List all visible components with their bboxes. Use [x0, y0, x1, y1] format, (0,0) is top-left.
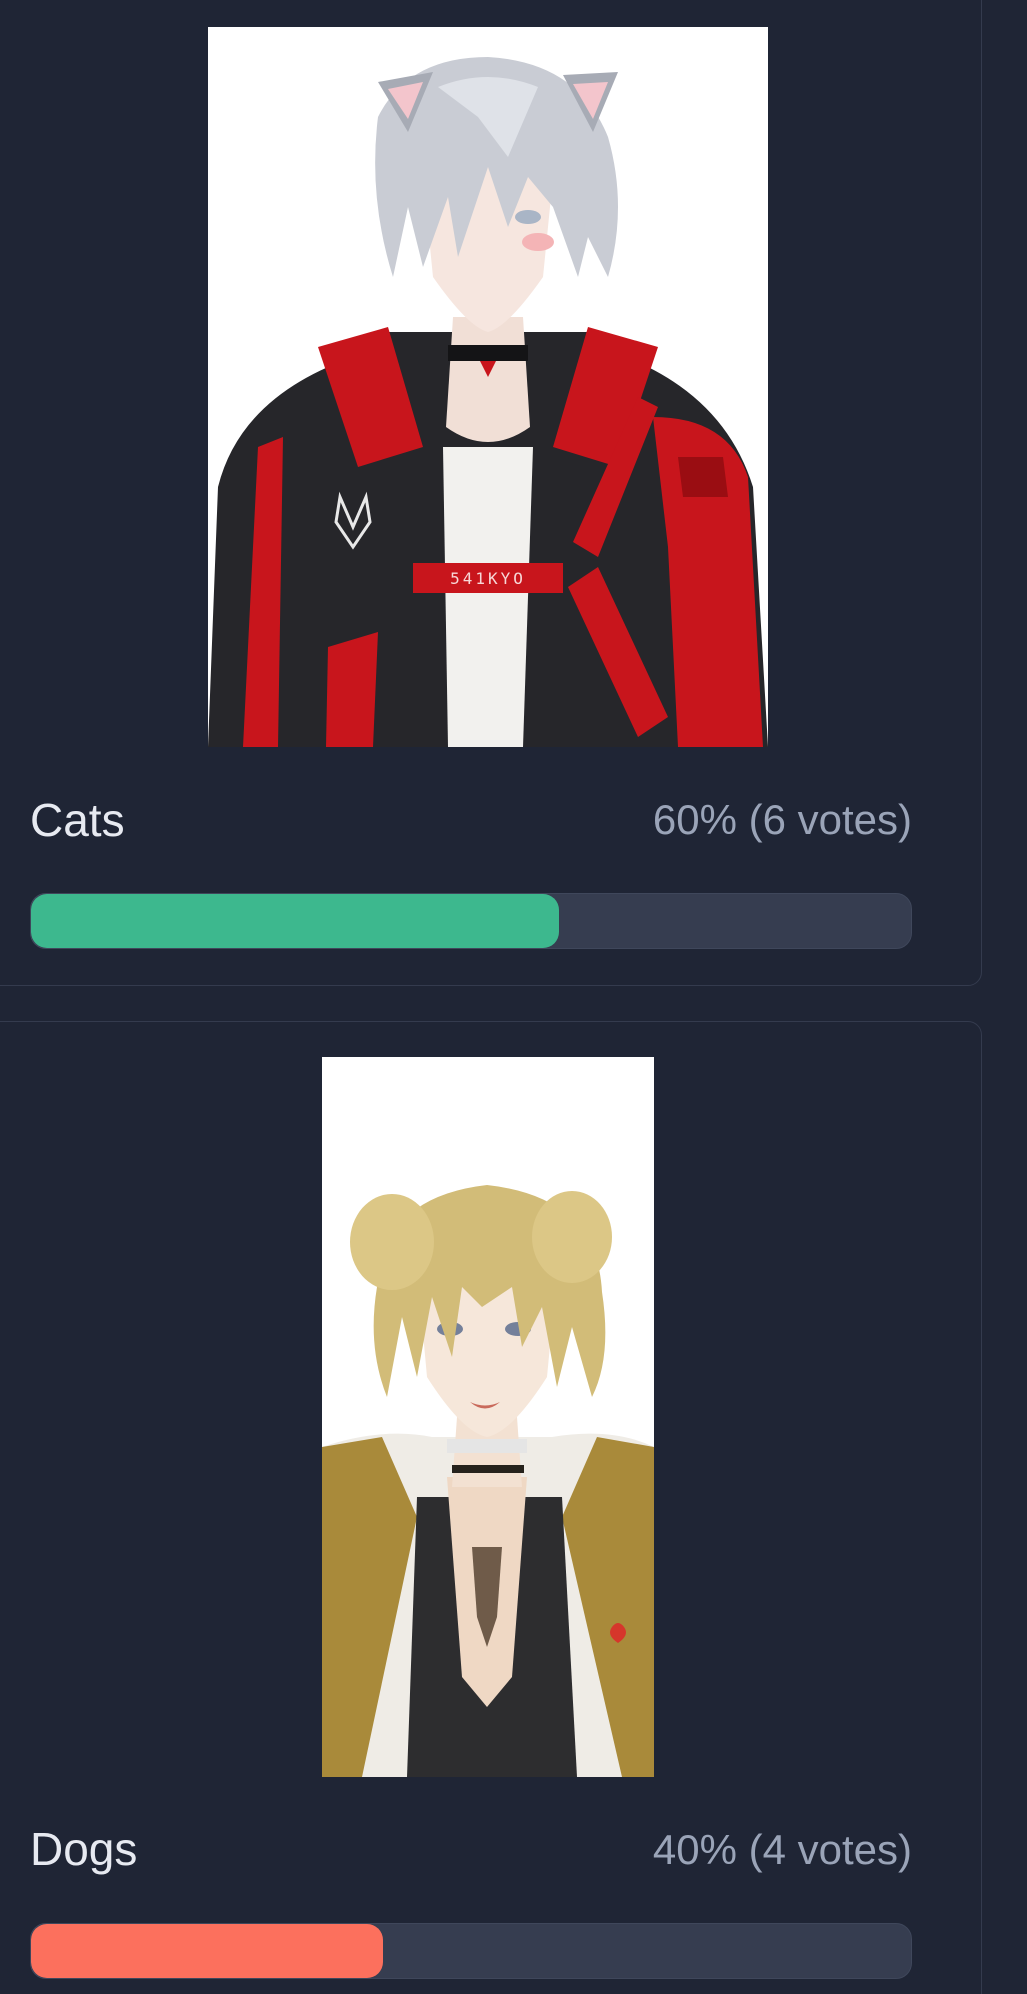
- poll-results-page: 541KYO Cats 60% (6 votes) Dogs 40% (4 vo…: [0, 0, 1027, 1994]
- progress-fill-dogs: [31, 1924, 383, 1978]
- option-result-cats: 60% (6 votes): [652, 796, 912, 843]
- progress-bar-dogs: [30, 1923, 912, 1979]
- cat-character-image: 541KYO: [208, 27, 768, 747]
- progress-bar-cats: [30, 893, 912, 949]
- dog-character-illustration-icon: [322, 1057, 654, 1777]
- jacket-strap-text: 541KYO: [450, 569, 526, 588]
- dog-character-image: [322, 1057, 654, 1777]
- option-label-dogs: Dogs: [30, 1823, 138, 1875]
- option-result-dogs: 40% (4 votes): [652, 1826, 912, 1873]
- progress-fill-cats: [31, 894, 559, 948]
- cat-character-illustration-icon: 541KYO: [208, 27, 768, 747]
- option-label-cats: Cats: [30, 794, 125, 846]
